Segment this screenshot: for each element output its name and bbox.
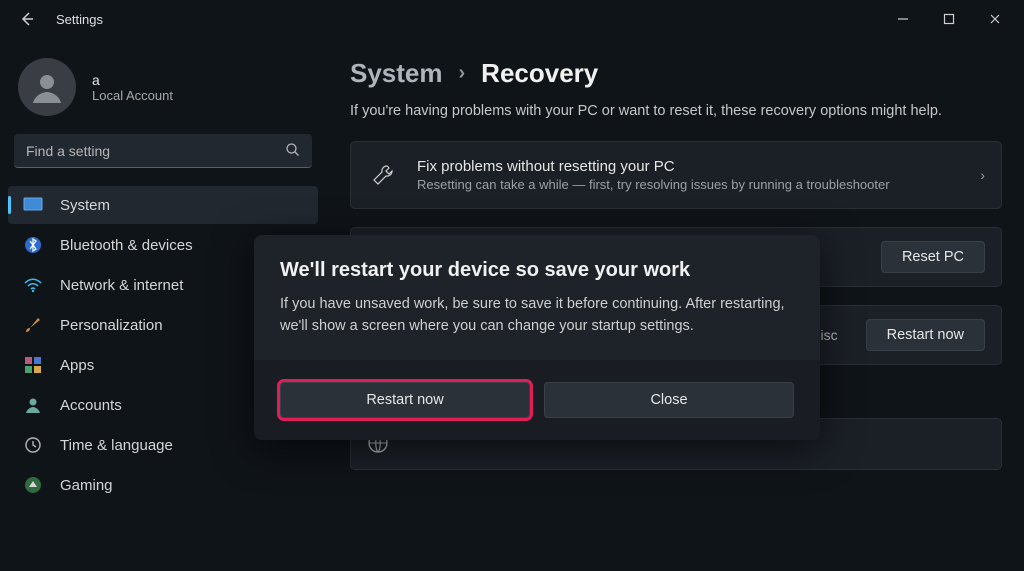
chevron-right-icon: › xyxy=(459,62,466,85)
wrench-icon xyxy=(369,163,397,187)
minimize-button[interactable] xyxy=(880,3,926,35)
gaming-icon xyxy=(22,474,44,496)
sidebar-item-label: Gaming xyxy=(60,477,113,494)
close-button[interactable] xyxy=(972,3,1018,35)
breadcrumb-parent[interactable]: System xyxy=(350,58,443,89)
sidebar-item-label: Personalization xyxy=(60,317,163,334)
card-title: Fix problems without resetting your PC xyxy=(417,158,890,175)
person-icon xyxy=(22,394,44,416)
dialog-body-text: If you have unsaved work, be sure to sav… xyxy=(280,294,794,338)
search-icon xyxy=(285,142,300,160)
card-fix-problems[interactable]: Fix problems without resetting your PC R… xyxy=(350,141,1002,209)
sidebar-item-label: Bluetooth & devices xyxy=(60,237,193,254)
titlebar: Settings xyxy=(0,0,1024,38)
user-account-type: Local Account xyxy=(92,88,173,103)
chevron-right-icon: › xyxy=(980,167,985,183)
dialog-restart-now-button[interactable]: Restart now xyxy=(280,382,530,418)
wifi-icon xyxy=(22,274,44,296)
user-name: a xyxy=(92,72,173,88)
bluetooth-icon xyxy=(22,234,44,256)
search-placeholder: Find a setting xyxy=(26,143,110,159)
apps-icon xyxy=(22,354,44,376)
reset-pc-button[interactable]: Reset PC xyxy=(881,241,985,273)
sidebar-item-label: Apps xyxy=(60,357,94,374)
restart-now-button[interactable]: Restart now xyxy=(866,319,985,351)
avatar xyxy=(18,58,76,116)
display-icon xyxy=(22,194,44,216)
sidebar-item-label: Time & language xyxy=(60,437,173,454)
back-button[interactable] xyxy=(18,10,36,28)
dialog-close-button[interactable]: Close xyxy=(544,382,794,418)
clock-icon xyxy=(22,434,44,456)
restart-dialog: We'll restart your device so save your w… xyxy=(254,235,820,440)
breadcrumb-current: Recovery xyxy=(481,58,598,89)
maximize-button[interactable] xyxy=(926,3,972,35)
paintbrush-icon xyxy=(22,314,44,336)
app-title: Settings xyxy=(56,12,103,27)
dialog-title: We'll restart your device so save your w… xyxy=(280,259,794,282)
sidebar-item-gaming[interactable]: Gaming xyxy=(8,466,318,504)
card-subtitle: Resetting can take a while — first, try … xyxy=(417,177,890,192)
breadcrumb: System › Recovery xyxy=(350,58,1002,89)
sidebar-item-label: Network & internet xyxy=(60,277,183,294)
user-row[interactable]: a Local Account xyxy=(8,48,318,134)
sidebar-item-system[interactable]: System xyxy=(8,186,318,224)
intro-text: If you're having problems with your PC o… xyxy=(350,103,1002,119)
search-input[interactable]: Find a setting xyxy=(14,134,312,168)
sidebar-item-label: Accounts xyxy=(60,397,122,414)
sidebar-item-label: System xyxy=(60,197,110,214)
